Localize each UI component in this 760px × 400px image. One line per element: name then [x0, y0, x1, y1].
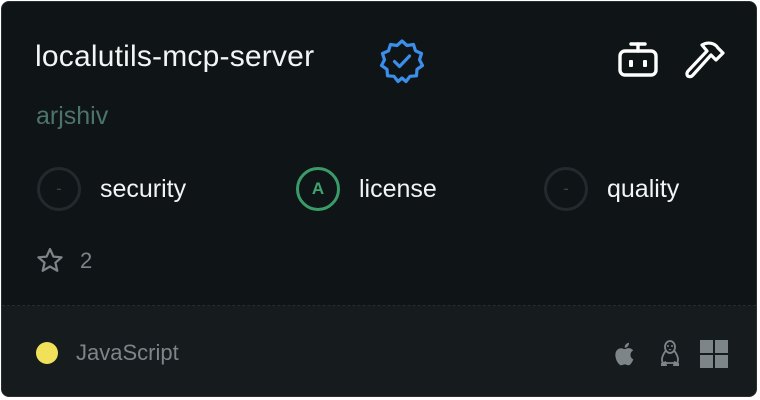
security-metric[interactable]: - security — [37, 165, 186, 213]
windows-icon — [700, 340, 728, 368]
star-icon — [37, 247, 63, 272]
verified-badge-icon — [379, 39, 425, 84]
server-title[interactable]: localutils-mcp-server — [35, 40, 314, 74]
security-label: security — [100, 174, 187, 203]
linux-icon — [661, 340, 679, 366]
security-grade: - — [37, 167, 81, 211]
server-card[interactable]: localutils-mcp-server arjshiv - security… — [1, 1, 757, 397]
license-grade: A — [296, 167, 340, 211]
language-indicator: JavaScript — [36, 340, 179, 366]
star-count-value: 2 — [80, 248, 93, 273]
quality-label: quality — [607, 174, 680, 203]
apple-icon — [615, 342, 634, 366]
license-metric[interactable]: A license — [296, 165, 437, 213]
quality-metric[interactable]: - quality — [544, 165, 679, 213]
robot-icon[interactable] — [615, 38, 661, 84]
star-count: 2 — [35, 246, 92, 276]
language-label: JavaScript — [76, 340, 179, 365]
quality-grade: - — [544, 167, 588, 211]
hammer-icon[interactable] — [682, 38, 728, 84]
license-label: license — [359, 174, 437, 203]
owner-link[interactable]: arjshiv — [36, 102, 108, 131]
language-color-dot — [36, 342, 58, 364]
